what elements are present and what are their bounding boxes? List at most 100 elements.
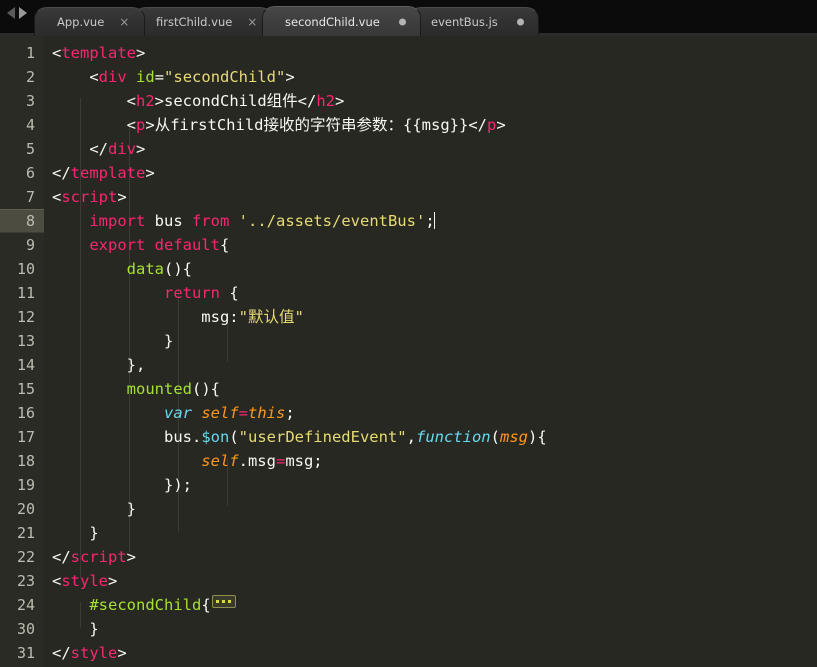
code-token-plain: } xyxy=(52,524,99,542)
code-token-tag: div xyxy=(98,68,127,86)
tab-nav-arrows[interactable] xyxy=(0,0,34,35)
line-number[interactable]: 31 xyxy=(0,641,44,665)
code-line[interactable]: mounted(){ xyxy=(44,377,817,401)
code-line[interactable]: <p>从firstChild接收的字符串参数：{{msg}}</p> xyxy=(44,113,817,137)
code-token-tag: template xyxy=(70,164,146,182)
code-area[interactable]: <template> <div id="secondChild"> <h2>se… xyxy=(44,36,817,667)
line-number[interactable]: 5 xyxy=(0,137,44,161)
line-number[interactable]: 21 xyxy=(0,521,44,545)
code-token-punc: > xyxy=(496,116,506,134)
code-token-plain: bus xyxy=(145,212,192,230)
code-line[interactable]: } xyxy=(44,329,817,353)
code-token-method: $on xyxy=(201,428,230,446)
code-token-tag: p xyxy=(136,116,146,134)
code-token-kw: export default xyxy=(52,236,220,254)
line-number[interactable]: 24 xyxy=(0,593,44,617)
line-number[interactable]: 16 xyxy=(0,401,44,425)
code-line[interactable]: </script> xyxy=(44,545,817,569)
code-line[interactable]: <div id="secondChild"> xyxy=(44,65,817,89)
line-number[interactable]: 2 xyxy=(0,65,44,89)
code-line[interactable]: } xyxy=(44,617,817,641)
code-token-punc: </ xyxy=(468,116,488,134)
code-token-fn: mounted xyxy=(52,380,192,398)
code-line[interactable]: msg:"默认值" xyxy=(44,305,817,329)
tab-app-vue[interactable]: App.vue × xyxy=(34,7,146,36)
line-number[interactable]: 20 xyxy=(0,497,44,521)
unsaved-dot-icon[interactable] xyxy=(398,18,406,25)
code-token-tag: div xyxy=(108,140,136,158)
code-token-kw: import xyxy=(52,212,146,230)
arrow-left-icon[interactable] xyxy=(7,6,15,19)
tab-firstchild-vue[interactable]: firstChild.vue × xyxy=(133,7,274,36)
code-line[interactable]: export default{ xyxy=(44,233,817,257)
code-line[interactable]: } xyxy=(44,521,817,545)
code-token-punc: </ xyxy=(52,644,71,662)
code-token-text: 从firstChild接收的字符串参数：{{msg}} xyxy=(154,116,469,134)
code-token-punc: < xyxy=(52,188,62,206)
tab-label: App.vue xyxy=(57,15,105,29)
close-icon[interactable]: × xyxy=(118,15,130,29)
line-number[interactable]: 15 xyxy=(0,377,44,401)
code-line[interactable]: <h2>secondChild组件</h2> xyxy=(44,89,817,113)
tab-label: secondChild.vue xyxy=(284,14,380,29)
line-number[interactable]: 23 xyxy=(0,569,44,593)
code-line[interactable]: } xyxy=(44,497,817,521)
line-number[interactable]: 3 xyxy=(0,89,44,113)
code-line[interactable]: self.msg=msg; xyxy=(44,449,817,473)
code-line[interactable]: bus.$on("userDefinedEvent",function(msg)… xyxy=(44,425,817,449)
code-line[interactable]: </div> xyxy=(44,137,817,161)
tab-secondchild-vue[interactable]: secondChild.vue xyxy=(261,6,421,36)
code-token-tag: template xyxy=(61,44,136,62)
code-token-punc: > xyxy=(145,164,155,182)
line-number[interactable]: 9 xyxy=(0,233,44,257)
line-number[interactable]: 18 xyxy=(0,449,44,473)
unsaved-dot-icon[interactable] xyxy=(517,18,525,26)
code-fold-indicator[interactable] xyxy=(211,595,236,608)
line-number[interactable]: 17 xyxy=(0,425,44,449)
code-token-plain: , xyxy=(406,428,416,446)
code-line[interactable]: <script> xyxy=(44,185,817,209)
line-number[interactable]: 8 xyxy=(0,209,44,233)
code-line[interactable]: }, xyxy=(44,353,817,377)
code-line[interactable]: <template> xyxy=(44,41,817,65)
code-token-cyan: function xyxy=(415,428,491,446)
code-token-plain: msg: xyxy=(52,308,239,326)
line-number[interactable]: 1 xyxy=(0,41,44,65)
code-line[interactable]: <style> xyxy=(44,569,817,593)
code-token-str: "secondChild" xyxy=(164,68,286,86)
close-icon[interactable]: × xyxy=(247,15,259,29)
line-number[interactable]: 22 xyxy=(0,545,44,569)
code-line[interactable]: }); xyxy=(44,473,817,497)
tab-eventbus-js[interactable]: eventBus.js xyxy=(408,7,540,36)
code-token-str: "默认值" xyxy=(238,308,304,326)
line-number[interactable]: 4 xyxy=(0,113,44,137)
code-token-punc: > xyxy=(154,92,165,110)
code-line[interactable]: var self=this; xyxy=(44,401,817,425)
code-token-punc: > xyxy=(136,44,146,62)
line-number[interactable]: 14 xyxy=(0,353,44,377)
line-number[interactable]: 19 xyxy=(0,473,44,497)
line-number[interactable]: 7 xyxy=(0,185,44,209)
line-number[interactable]: 6 xyxy=(0,161,44,185)
code-line[interactable]: </template> xyxy=(44,161,817,185)
code-line[interactable]: import bus from '../assets/eventBus'; xyxy=(44,209,817,233)
code-line[interactable]: #secondChild{ xyxy=(44,593,817,617)
code-line[interactable]: return { xyxy=(44,281,817,305)
code-token-punc: > xyxy=(117,644,127,662)
arrow-right-icon[interactable] xyxy=(19,6,27,19)
code-editor[interactable]: 1 2 3 4 5 6 7 8 9 10 11 12 13 14 15 16 17 18 19 20 21 22 23 24 3… xyxy=(0,36,817,667)
code-token-punc: </ xyxy=(52,548,71,566)
line-number[interactable]: 12 xyxy=(0,305,44,329)
code-token-plain: }); xyxy=(52,476,192,494)
code-token-plain: { xyxy=(201,596,211,614)
code-line[interactable]: data(){ xyxy=(44,257,817,281)
line-number[interactable]: 10 xyxy=(0,257,44,281)
line-number[interactable]: 11 xyxy=(0,281,44,305)
code-token-op: = xyxy=(238,404,248,422)
line-number[interactable]: 30 xyxy=(0,617,44,641)
line-number[interactable]: 13 xyxy=(0,329,44,353)
code-token-attr: id xyxy=(136,68,155,86)
code-line[interactable]: </style> xyxy=(44,641,817,665)
